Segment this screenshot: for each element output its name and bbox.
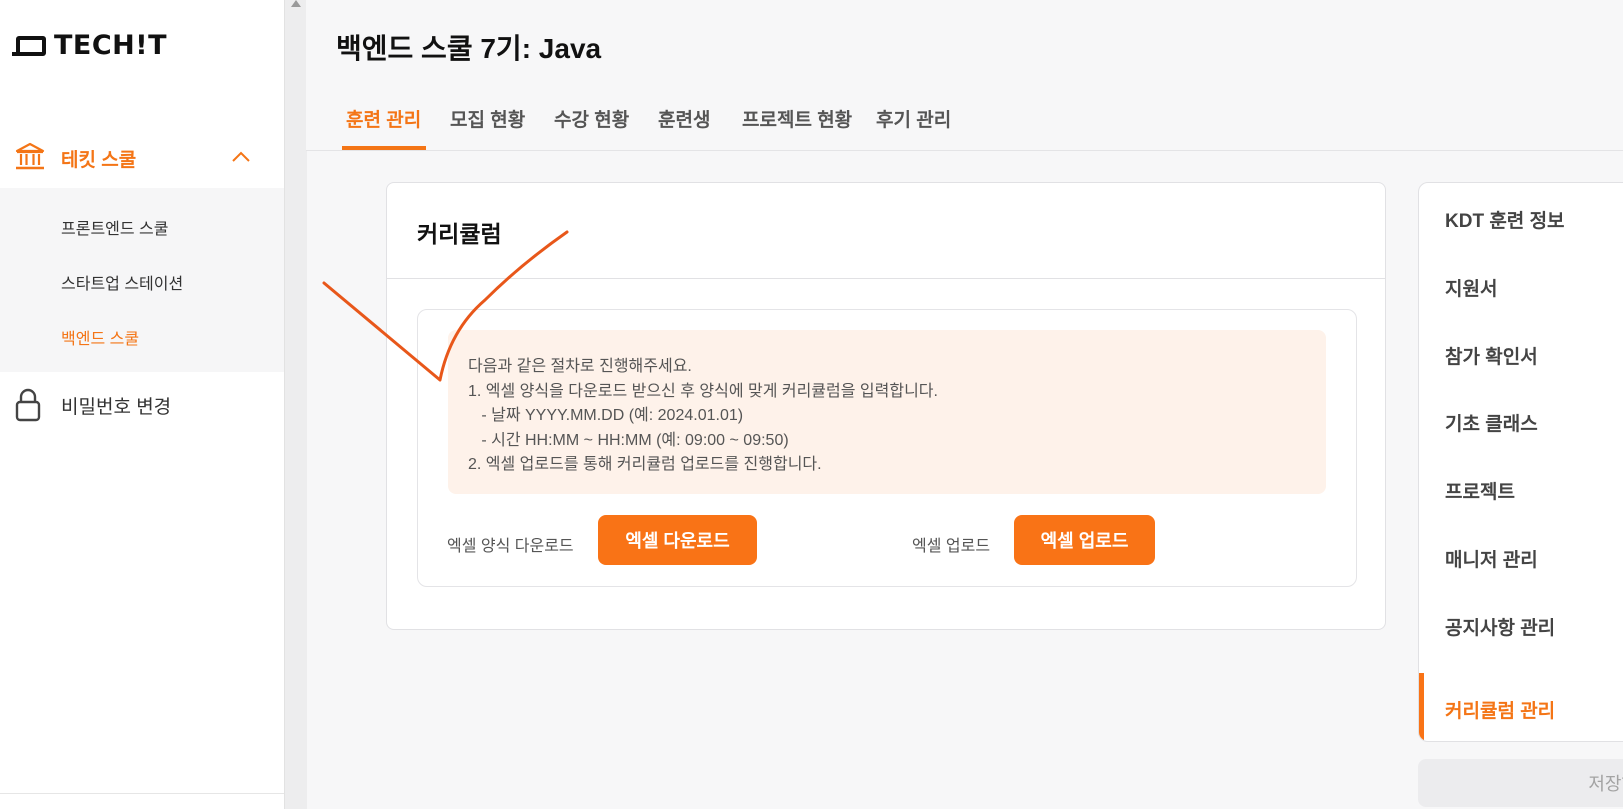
excel-upload-label: 엑셀 업로드 — [912, 538, 991, 555]
side-menu-item-project[interactable]: 프로젝트 — [1445, 477, 1515, 504]
lock-icon — [15, 388, 41, 422]
sidebar-item-change-password[interactable]: 비밀번호 변경 — [0, 383, 284, 427]
tab-project-status[interactable]: 프로젝트 현황 — [742, 105, 852, 132]
scroll-up-arrow-icon[interactable] — [291, 0, 301, 7]
notice-line: - 시간 HH:MM ~ HH:MM (예: 09:00 ~ 09:50) — [468, 432, 789, 449]
sidebar-subnav: 프론트엔드 스쿨 스타트업 스테이션 백엔드 스쿨 — [0, 188, 284, 372]
logo-mark-icon — [12, 35, 46, 56]
side-menu-item-manager-management[interactable]: 매니저 관리 — [1445, 545, 1538, 572]
sidebar-item-startup-station[interactable]: 스타트업 스테이션 — [61, 270, 183, 294]
notice-line: 다음과 같은 절차로 진행해주세요. — [468, 358, 692, 375]
sidebar-item-frontend-school[interactable]: 프론트엔드 스쿨 — [61, 215, 169, 239]
chevron-up-icon[interactable] — [230, 146, 252, 168]
tab-trainees[interactable]: 훈련생 — [658, 105, 710, 132]
sidebar-item-label: 비밀번호 변경 — [61, 397, 172, 418]
side-menu-item-basic-class[interactable]: 기초 클래스 — [1445, 409, 1538, 436]
sidebar-group-techit-school[interactable]: 테킷 스쿨 — [0, 130, 284, 186]
tab-recruitment-status[interactable]: 모집 현황 — [450, 105, 525, 132]
tab-review-management[interactable]: 후기 관리 — [876, 105, 951, 132]
right-side-menu: KDT 훈련 정보 지원서 참가 확인서 기초 클래스 프로젝트 매니저 관리 … — [1418, 182, 1623, 742]
bank-icon — [15, 142, 45, 170]
notice-line: - 날짜 YYYY.MM.DD (예: 2024.01.01) — [468, 407, 744, 424]
notice-line: 1. 엑셀 양식을 다운로드 받으신 후 양식에 맞게 커리큘럼을 입력합니다. — [468, 383, 938, 400]
scrollbar[interactable] — [284, 0, 307, 809]
logo-text: TECH!T — [54, 30, 168, 61]
tab-training-management[interactable]: 훈련 관리 — [346, 105, 421, 132]
excel-download-button[interactable]: 엑셀 다운로드 — [598, 515, 757, 565]
sidebar-divider — [0, 793, 284, 794]
tab-enrollment-status[interactable]: 수강 현황 — [554, 105, 629, 132]
side-menu-item-kdt-info[interactable]: KDT 훈련 정보 — [1445, 206, 1565, 233]
download-template-label: 엑셀 양식 다운로드 — [447, 538, 574, 555]
curriculum-card: 커리큘럼 다음과 같은 절차로 진행해주세요. 1. 엑셀 양식을 다운로드 받… — [386, 182, 1386, 630]
card-divider — [387, 278, 1385, 279]
side-menu-item-application[interactable]: 지원서 — [1445, 274, 1497, 301]
instructions-notice: 다음과 같은 절차로 진행해주세요. 1. 엑셀 양식을 다운로드 받으신 후 … — [448, 330, 1326, 494]
side-menu-item-notice-management[interactable]: 공지사항 관리 — [1445, 613, 1555, 640]
save-button[interactable]: 저장하 — [1418, 759, 1623, 807]
side-menu-item-curriculum-management[interactable]: 커리큘럼 관리 — [1445, 696, 1555, 723]
page-title: 백엔드 스쿨 7기: Java — [336, 33, 602, 64]
excel-upload-button[interactable]: 엑셀 업로드 — [1014, 515, 1155, 565]
sidebar: TECH!T 테킷 스쿨 프론트엔드 스쿨 스타트업 스테이션 백엔드 스쿨 비… — [0, 0, 284, 809]
curriculum-title: 커리큘럼 — [417, 221, 502, 247]
sidebar-group-label: 테킷 스쿨 — [61, 150, 137, 171]
curriculum-upload-box: 다음과 같은 절차로 진행해주세요. 1. 엑셀 양식을 다운로드 받으신 후 … — [417, 309, 1357, 587]
notice-line: 2. 엑셀 업로드를 통해 커리큘럼 업로드를 진행합니다. — [468, 456, 822, 473]
active-menu-indicator — [1419, 673, 1424, 741]
techit-logo[interactable]: TECH!T — [12, 30, 168, 61]
side-menu-item-participation-confirmation[interactable]: 참가 확인서 — [1445, 342, 1538, 369]
active-tab-indicator — [342, 146, 426, 150]
page-header: 백엔드 스쿨 7기: Java 훈련 관리 모집 현황 수강 현황 훈련생 프로… — [306, 0, 1623, 151]
sidebar-item-backend-school[interactable]: 백엔드 스쿨 — [61, 325, 139, 349]
